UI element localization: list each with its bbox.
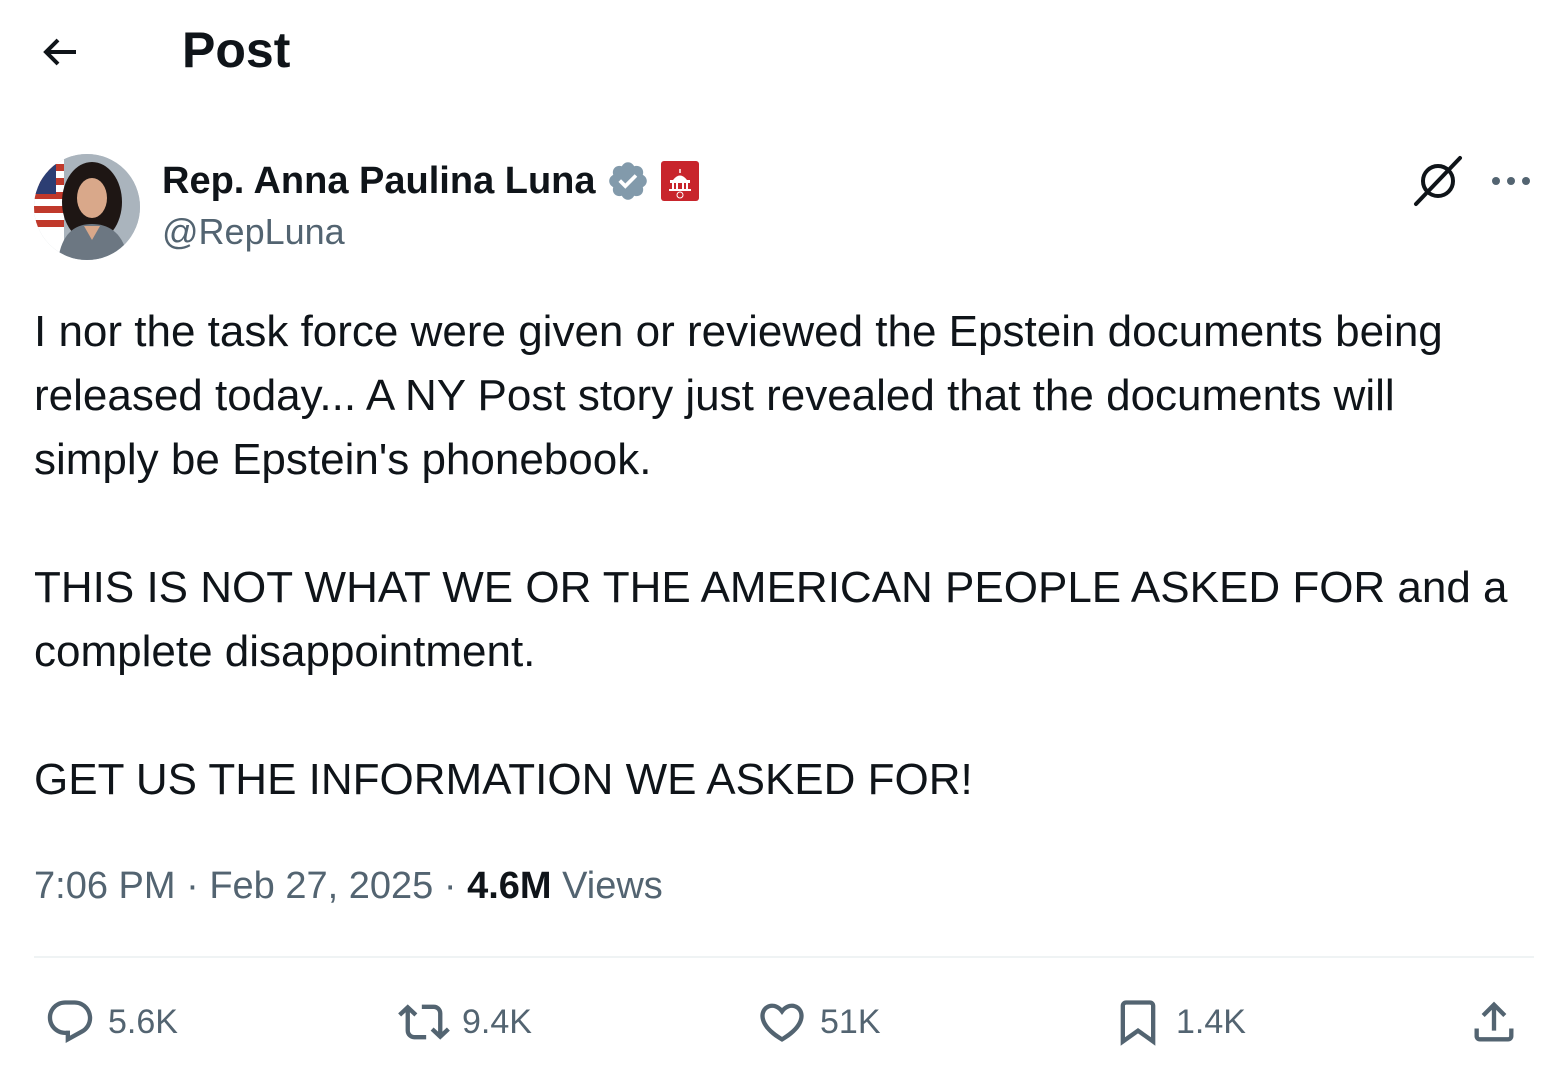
author-name[interactable]: Rep. Anna Paulina Luna (162, 157, 596, 205)
verified-badge-icon[interactable] (606, 159, 650, 203)
share-icon (1474, 1001, 1514, 1042)
tweet-meta: 7:06 PM · Feb 27, 2025 · 4.6M Views (34, 858, 663, 914)
heart-icon (760, 1003, 804, 1042)
avatar[interactable] (34, 154, 140, 260)
repost-button[interactable]: 9.4K (398, 992, 532, 1052)
grok-icon[interactable] (1410, 154, 1466, 208)
page-title: Post (182, 22, 291, 78)
author-handle[interactable]: @RepLuna (162, 210, 345, 254)
separator: · (186, 865, 199, 907)
tweet-date[interactable]: Feb 27, 2025 (209, 865, 433, 907)
reply-button[interactable]: 5.6K (44, 992, 178, 1052)
arrow-left-icon[interactable] (36, 28, 84, 76)
repost-icon (398, 1004, 450, 1040)
divider (34, 956, 1534, 958)
top-bar: Post (0, 0, 1554, 100)
tweet-paragraph: THIS IS NOT WHAT WE OR THE AMERICAN PEOP… (34, 563, 1508, 676)
views-count[interactable]: 4.6M (467, 865, 551, 907)
like-count: 51K (820, 1002, 881, 1041)
repost-count: 9.4K (462, 1002, 532, 1041)
share-button[interactable] (1468, 992, 1520, 1052)
views-label: Views (562, 865, 663, 907)
bookmark-count: 1.4K (1176, 1002, 1246, 1041)
tweet-paragraph: I nor the task force were given or revie… (34, 307, 1443, 484)
tweet-time[interactable]: 7:06 PM (34, 865, 176, 907)
bookmark-button[interactable]: 1.4K (1112, 992, 1246, 1052)
tweet-paragraph: GET US THE INFORMATION WE ASKED FOR! (34, 755, 973, 804)
reply-icon (47, 1000, 93, 1044)
like-button[interactable]: 51K (756, 992, 881, 1052)
separator: · (443, 865, 457, 907)
bookmark-icon (1120, 1000, 1156, 1046)
more-options-icon[interactable] (1488, 166, 1534, 196)
tweet-text: I nor the task force were given or revie… (34, 300, 1524, 812)
capitol-badge-icon[interactable] (660, 160, 700, 202)
reply-count: 5.6K (108, 1002, 178, 1041)
author-name-row: Rep. Anna Paulina Luna (162, 156, 700, 206)
